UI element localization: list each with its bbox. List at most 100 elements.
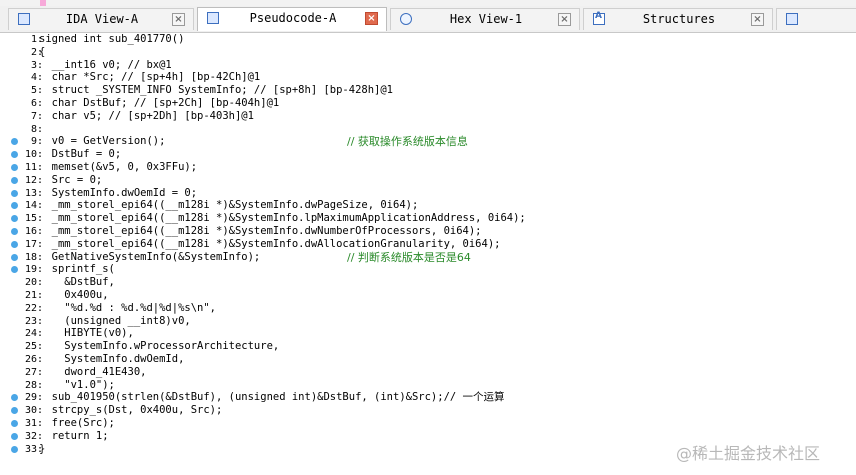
code-line[interactable]: 6: char DstBuf; // [sp+2Ch] [bp-404h]@1: [0, 97, 856, 110]
line-number: 15: [24, 213, 37, 225]
code-text[interactable]: GetNativeSystemInfo(&SystemInfo);: [39, 251, 261, 264]
code-text[interactable]: SystemInfo.dwOemId,: [39, 353, 184, 366]
code-text[interactable]: char v5; // [sp+2Dh] [bp-403h]@1: [39, 110, 254, 123]
code-line[interactable]: 3: __int16 v0; // bx@1: [0, 59, 856, 72]
code-line[interactable]: 31: free(Src);: [0, 417, 856, 430]
code-text[interactable]: SystemInfo.dwOemId = 0;: [39, 187, 197, 200]
code-text[interactable]: _mm_storel_epi64((__m128i *)&SystemInfo.…: [39, 199, 419, 212]
code-text[interactable]: __int16 v0; // bx@1: [39, 59, 172, 72]
code-comment[interactable]: // 获取操作系统版本信息: [347, 135, 468, 148]
code-text[interactable]: HIBYTE(v0),: [39, 327, 134, 340]
breakpoint-dot-icon[interactable]: [11, 420, 18, 427]
code-text[interactable]: return 1;: [39, 430, 109, 443]
code-text[interactable]: free(Src);: [39, 417, 115, 430]
code-line[interactable]: 1: signed int sub_401770(): [0, 33, 856, 46]
pseudocode-view[interactable]: 1: signed int sub_401770() 2:{3: __int16 v…: [0, 33, 856, 475]
code-line[interactable]: 30: strcpy_s(Dst, 0x400u, Src);: [0, 404, 856, 417]
breakpoint-dot-icon[interactable]: [11, 164, 18, 171]
code-line[interactable]: 20: &DstBuf,: [0, 276, 856, 289]
code-line[interactable]: 7: char v5; // [sp+2Dh] [bp-403h]@1: [0, 110, 856, 123]
code-text[interactable]: _mm_storel_epi64((__m128i *)&SystemInfo.…: [39, 212, 526, 225]
code-text[interactable]: "v1.0");: [39, 379, 115, 392]
breakpoint-dot-icon[interactable]: [11, 394, 18, 402]
breakpoint-dot-icon[interactable]: [11, 432, 18, 440]
code-line[interactable]: 24: HIBYTE(v0),: [0, 327, 856, 340]
code-line[interactable]: 15: _mm_storel_epi64((__m128i *)&SystemI…: [0, 212, 856, 225]
code-line[interactable]: 10: DstBuf = 0;: [0, 148, 856, 161]
close-icon[interactable]: ×: [172, 13, 185, 26]
code-line[interactable]: 5: struct _SYSTEM_INFO SystemInfo; // [s…: [0, 84, 856, 97]
code-line[interactable]: 22: "%d.%d : %d.%d|%d|%s\n",: [0, 302, 856, 315]
code-line[interactable]: 11: memset(&v5, 0, 0x3FFu);: [0, 161, 856, 174]
line-number: 29: [24, 392, 37, 404]
code-line[interactable]: 16: _mm_storel_epi64((__m128i *)&SystemI…: [0, 225, 856, 238]
code-text[interactable]: _mm_storel_epi64((__m128i *)&SystemInfo.…: [39, 238, 501, 251]
code-line[interactable]: 23: (unsigned __int8)v0,: [0, 315, 856, 328]
breakpoint-dot-icon[interactable]: [11, 151, 18, 159]
code-line[interactable]: 18: GetNativeSystemInfo(&SystemInfo);// …: [0, 251, 856, 264]
close-icon[interactable]: ×: [558, 13, 571, 26]
breakpoint-dot-icon[interactable]: [11, 228, 18, 235]
line-number: 31: [24, 418, 37, 429]
breakpoint-dot-icon[interactable]: [11, 240, 18, 248]
breakpoint-dot-icon[interactable]: [11, 138, 18, 146]
code-line[interactable]: 21: 0x400u,: [0, 289, 856, 302]
code-text[interactable]: sub_401950(strlen(&DstBuf), (unsigned in…: [39, 391, 505, 404]
code-text[interactable]: struct _SYSTEM_INFO SystemInfo; // [sp+8…: [39, 84, 393, 97]
tab-structures[interactable]: Structures ×: [583, 8, 773, 30]
code-line[interactable]: 12: Src = 0;: [0, 174, 856, 187]
breakpoint-dot-icon[interactable]: [11, 253, 18, 261]
code-text[interactable]: memset(&v5, 0, 0x3FFu);: [39, 161, 197, 174]
code-text[interactable]: signed int sub_401770(): [39, 33, 184, 46]
code-comment[interactable]: // 判断系统版本是否是64: [347, 251, 471, 264]
code-text[interactable]: dword_41E430,: [39, 366, 146, 379]
code-line[interactable]: 2:{: [0, 46, 856, 59]
breakpoint-dot-icon[interactable]: [11, 202, 18, 210]
code-text[interactable]: (unsigned __int8)v0,: [39, 315, 190, 328]
line-number: 28: [24, 379, 37, 391]
line-number: 21: [24, 290, 37, 301]
code-line[interactable]: 29: sub_401950(strlen(&DstBuf), (unsigne…: [0, 391, 856, 404]
code-text[interactable]: sprintf_s(: [39, 263, 115, 276]
code-line[interactable]: 19: sprintf_s(: [0, 263, 856, 276]
close-icon[interactable]: ×: [751, 13, 764, 26]
code-line[interactable]: 25: SystemInfo.wProcessorArchitecture,: [0, 340, 856, 353]
code-text[interactable]: SystemInfo.wProcessorArchitecture,: [39, 340, 279, 353]
code-text[interactable]: {: [39, 46, 45, 59]
breakpoint-dot-icon[interactable]: [11, 445, 18, 453]
code-text[interactable]: DstBuf = 0;: [39, 148, 122, 161]
close-icon[interactable]: ×: [365, 12, 378, 25]
breakpoint-dot-icon[interactable]: [11, 266, 18, 274]
breakpoint-dot-icon[interactable]: [11, 176, 18, 184]
tab-next[interactable]: [776, 8, 856, 30]
code-line[interactable]: 17: _mm_storel_epi64((__m128i *)&SystemI…: [0, 238, 856, 251]
code-text[interactable]: v0 = GetVersion();: [39, 135, 166, 148]
line-number: 1: [30, 34, 37, 45]
tab-pseudocode-a[interactable]: Pseudocode-A ×: [197, 7, 387, 31]
line-number: 16: [24, 226, 37, 237]
code-line[interactable]: 4: char *Src; // [sp+4h] [bp-42Ch]@1: [0, 71, 856, 84]
code-line[interactable]: 27: dword_41E430,: [0, 366, 856, 379]
code-text[interactable]: char DstBuf; // [sp+2Ch] [bp-404h]@1: [39, 97, 280, 110]
code-line[interactable]: 14: _mm_storel_epi64((__m128i *)&SystemI…: [0, 199, 856, 212]
code-text[interactable]: "%d.%d : %d.%d|%d|%s\n",: [39, 302, 216, 315]
code-line[interactable]: 9: v0 = GetVersion();// 获取操作系统版本信息: [0, 135, 856, 148]
code-text[interactable]: _mm_storel_epi64((__m128i *)&SystemInfo.…: [39, 225, 482, 238]
code-text[interactable]: strcpy_s(Dst, 0x400u, Src);: [39, 404, 223, 417]
code-line[interactable]: 28: "v1.0");: [0, 379, 856, 392]
code-text[interactable]: char *Src; // [sp+4h] [bp-42Ch]@1: [39, 71, 261, 84]
breakpoint-dot-icon[interactable]: [11, 407, 18, 415]
code-line[interactable]: 8:: [0, 123, 856, 136]
line-number: 13: [24, 187, 37, 199]
breakpoint-dot-icon[interactable]: [11, 215, 18, 223]
tab-hex-view-1[interactable]: Hex View-1 ×: [390, 8, 580, 30]
breakpoint-dot-icon[interactable]: [11, 189, 18, 197]
line-number: 9: [30, 136, 37, 148]
code-line[interactable]: 13: SystemInfo.dwOemId = 0;: [0, 187, 856, 200]
code-text[interactable]: Src = 0;: [39, 174, 103, 187]
tab-ida-view-a[interactable]: IDA View-A ×: [8, 8, 194, 30]
code-text[interactable]: }: [39, 443, 45, 456]
code-line[interactable]: 26: SystemInfo.dwOemId,: [0, 353, 856, 366]
code-text[interactable]: &DstBuf,: [39, 276, 115, 289]
code-text[interactable]: 0x400u,: [39, 289, 108, 302]
